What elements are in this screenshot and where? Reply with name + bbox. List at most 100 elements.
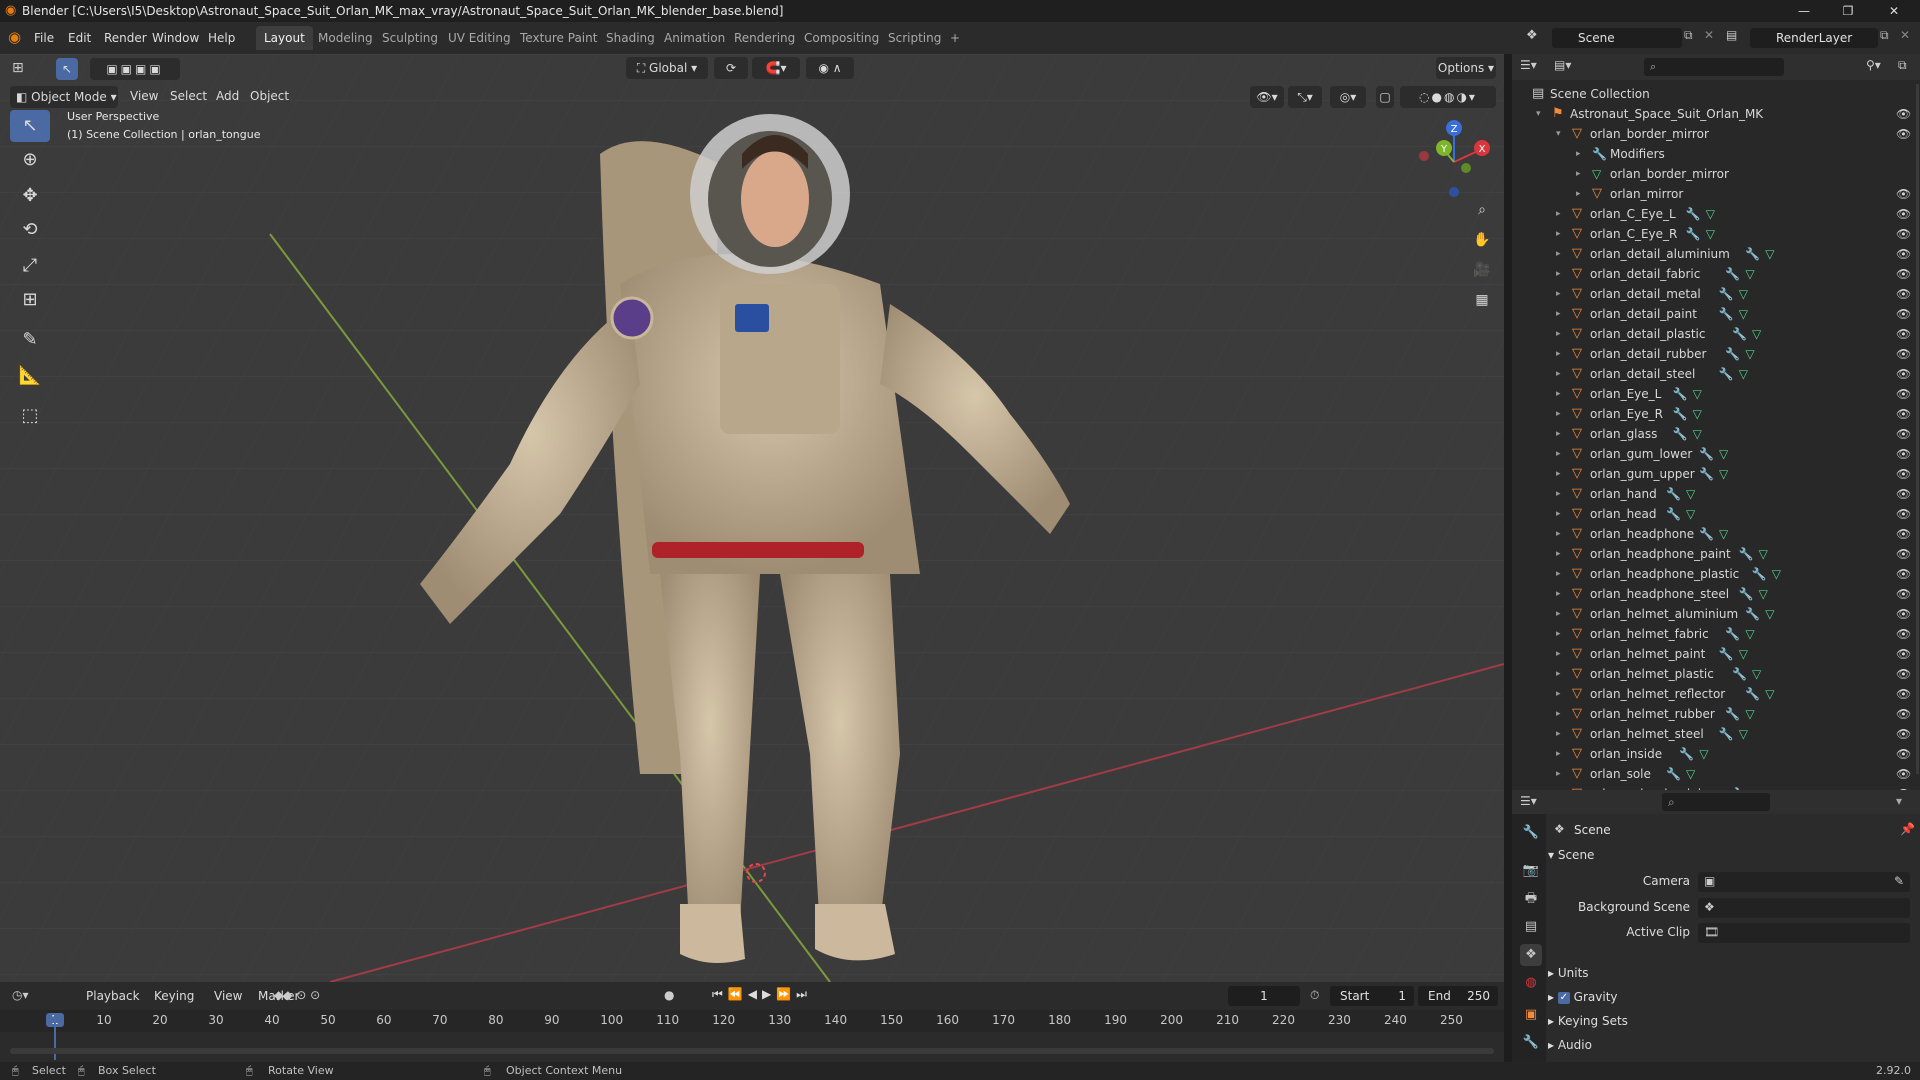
- expand-arrow-icon[interactable]: ▸: [1556, 224, 1561, 244]
- expand-arrow-icon[interactable]: ▸: [1556, 604, 1561, 624]
- audio-panel-toggle[interactable]: ▸ Audio: [1548, 1038, 1592, 1052]
- outliner-object-row[interactable]: ▸ ▽ orlan_hand 🔧 ▽ 👁: [1512, 484, 1920, 504]
- outliner-object-row[interactable]: ▸ ▽ orlan_gum_lower 🔧 ▽ 👁: [1512, 444, 1920, 464]
- outliner-object-row[interactable]: ▸ ▽ orlan_inside 🔧 ▽ 👁: [1512, 744, 1920, 764]
- expand-arrow-icon[interactable]: ▸: [1556, 724, 1561, 744]
- xray-icon[interactable]: ▢: [1376, 86, 1394, 108]
- expand-arrow-icon[interactable]: ▸: [1576, 184, 1581, 204]
- menu-file[interactable]: File: [30, 28, 58, 48]
- expand-arrow-icon[interactable]: ▸: [1576, 144, 1581, 164]
- visibility-eye-icon[interactable]: 👁: [1896, 264, 1911, 284]
- expand-arrow-icon[interactable]: ▸: [1556, 584, 1561, 604]
- tab-scripting[interactable]: Scripting: [880, 26, 949, 50]
- background-scene-field[interactable]: ❖: [1698, 898, 1910, 918]
- scene-collection-row[interactable]: ▤ Scene Collection: [1512, 84, 1920, 104]
- expand-arrow-icon[interactable]: ▸: [1556, 244, 1561, 264]
- keying-sets-panel-toggle[interactable]: ▸ Keying Sets: [1548, 1014, 1628, 1028]
- expand-arrow-icon[interactable]: ▸: [1556, 324, 1561, 344]
- outliner-object-row[interactable]: ▸ ▽ orlan_headphone_plastic 🔧 ▽ 👁: [1512, 564, 1920, 584]
- expand-arrow-icon[interactable]: ▸: [1556, 444, 1561, 464]
- tab-modeling[interactable]: Modeling: [310, 26, 381, 50]
- visibility-eye-icon[interactable]: 👁: [1896, 544, 1911, 564]
- outliner-object-row[interactable]: ▸ ▽ orlan_head 🔧 ▽ 👁: [1512, 504, 1920, 524]
- expand-arrow-icon[interactable]: ▸: [1556, 204, 1561, 224]
- expand-arrow-icon[interactable]: ▸: [1556, 284, 1561, 304]
- visibility-eye-icon[interactable]: 👁: [1896, 224, 1911, 244]
- mode-selector[interactable]: ◧ Object Mode ▾: [10, 86, 118, 108]
- visibility-eye-icon[interactable]: 👁: [1896, 564, 1911, 584]
- mesh-data-icon[interactable]: ▽: [1759, 584, 1768, 604]
- modifier-icon[interactable]: 🔧: [1719, 644, 1734, 664]
- collection-row[interactable]: ▾ ⚑ Astronaut_Space_Suit_Orlan_MK 👁: [1512, 104, 1920, 124]
- snap-icon[interactable]: 🧲▾: [752, 57, 800, 79]
- modifier-icon[interactable]: 🔧: [1732, 324, 1747, 344]
- transform-tool-icon[interactable]: ⊞: [10, 284, 50, 316]
- mesh-data-icon[interactable]: ▽: [1739, 724, 1748, 744]
- properties-options-icon[interactable]: ▾: [1896, 794, 1902, 808]
- filter-icon[interactable]: ⚲▾: [1866, 58, 1881, 72]
- mesh-data-icon[interactable]: ▽: [1686, 484, 1695, 504]
- outliner-object-row[interactable]: ▸ ▽ orlan_Eye_R 🔧 ▽ 👁: [1512, 404, 1920, 424]
- visibility-eye-icon[interactable]: 👁: [1896, 424, 1911, 444]
- outliner-scrollbar[interactable]: [1916, 84, 1919, 774]
- render-tab-icon[interactable]: 📷: [1520, 860, 1542, 882]
- modifier-icon[interactable]: 🔧: [1666, 484, 1681, 504]
- mesh-data-icon[interactable]: ▽: [1765, 684, 1774, 704]
- outliner-object-row[interactable]: ▸ ▽ orlan_helmet_steel 🔧 ▽ 👁: [1512, 724, 1920, 744]
- properties-search-input[interactable]: ⌕: [1662, 793, 1770, 811]
- visibility-eye-icon[interactable]: 👁: [1896, 524, 1911, 544]
- mesh-data-icon[interactable]: ▽: [1699, 744, 1708, 764]
- mesh-data-icon[interactable]: ▽: [1686, 764, 1695, 784]
- mesh-data-icon[interactable]: ▽: [1693, 384, 1702, 404]
- outliner-object-row[interactable]: ▸ ▽ orlan_detail_plastic 🔧 ▽ 👁: [1512, 324, 1920, 344]
- output-tab-icon[interactable]: 🖶: [1520, 888, 1542, 910]
- mesh-data-icon[interactable]: ▽: [1706, 204, 1715, 224]
- modifier-icon[interactable]: 🔧: [1673, 424, 1688, 444]
- expand-arrow-icon[interactable]: ▸: [1556, 484, 1561, 504]
- menu-help[interactable]: Help: [204, 28, 239, 48]
- outliner-object-row[interactable]: ▸ ▽ orlan_detail_fabric 🔧 ▽ 👁: [1512, 264, 1920, 284]
- modifier-icon[interactable]: 🔧: [1725, 344, 1740, 364]
- camera-field[interactable]: ▣ ✎: [1698, 872, 1910, 892]
- visibility-eye-icon[interactable]: 👁: [1896, 664, 1911, 684]
- ortho-grid-icon[interactable]: ▦: [1470, 288, 1494, 312]
- view-layer-selector[interactable]: RenderLayer: [1750, 28, 1878, 48]
- outliner-object-row[interactable]: ▸ ▽ orlan_helmet_aluminium 🔧 ▽ 👁: [1512, 604, 1920, 624]
- modifier-icon[interactable]: 🔧: [1725, 704, 1740, 724]
- mesh-data-icon[interactable]: ▽: [1745, 704, 1754, 724]
- timeline-panel[interactable]: ◷▾ Playback Keying View Marker ◆◆ ⊙ ⊙ ● …: [0, 982, 1504, 1062]
- expand-arrow-icon[interactable]: ▸: [1556, 624, 1561, 644]
- visibility-eye-icon[interactable]: 👁: [1896, 444, 1911, 464]
- modifier-icon[interactable]: 🔧: [1732, 664, 1747, 684]
- mesh-data-icon[interactable]: ▽: [1719, 464, 1728, 484]
- visibility-eye-icon[interactable]: 👁: [1896, 284, 1911, 304]
- visibility-eye-icon[interactable]: 👁: [1896, 704, 1911, 724]
- outliner-object-row[interactable]: ▸ ▽ orlan_detail_paint 🔧 ▽ 👁: [1512, 304, 1920, 324]
- mesh-data-icon[interactable]: ▽: [1706, 224, 1715, 244]
- properties-editor-icon[interactable]: ☰▾: [1520, 794, 1537, 808]
- cursor-tool-icon[interactable]: ⊕: [10, 144, 50, 176]
- visibility-eye-icon[interactable]: 👁: [1896, 364, 1911, 384]
- tab-uv-editing[interactable]: UV Editing: [440, 26, 519, 50]
- delete-view-layer-icon[interactable]: ✕: [1900, 28, 1910, 42]
- mesh-data-icon[interactable]: ▽: [1686, 504, 1695, 524]
- close-button[interactable]: ✕: [1876, 0, 1912, 22]
- visibility-eye-icon[interactable]: 👁: [1896, 184, 1911, 204]
- visibility-eye-icon[interactable]: 👁: [1896, 204, 1911, 224]
- visibility-eye-icon[interactable]: 👁: [1896, 404, 1911, 424]
- mesh-data-icon[interactable]: ▽: [1739, 284, 1748, 304]
- outliner-object-row[interactable]: ▸ ▽ orlan_detail_steel 🔧 ▽ 👁: [1512, 364, 1920, 384]
- tweak-select-tool-icon[interactable]: ↖: [10, 110, 50, 142]
- mesh-data-row[interactable]: ▸ ▽ orlan_border_mirror: [1512, 164, 1920, 184]
- timeline-menu-playback[interactable]: Playback: [82, 986, 144, 1006]
- tab-shading[interactable]: Shading: [598, 26, 663, 50]
- scene-tab-icon[interactable]: ❖: [1520, 944, 1542, 966]
- visibility-eye-icon[interactable]: 👁: [1896, 464, 1911, 484]
- viewport-menu-view[interactable]: View: [126, 86, 162, 106]
- rotate-tool-icon[interactable]: ⟲: [10, 214, 50, 246]
- modifier-icon[interactable]: 🔧: [1699, 524, 1714, 544]
- visibility-eye-icon[interactable]: 👁: [1896, 344, 1911, 364]
- outliner-object-row[interactable]: ▸ ▽ orlan_helmet_fabric 🔧 ▽ 👁: [1512, 624, 1920, 644]
- expand-arrow-icon[interactable]: ▸: [1556, 464, 1561, 484]
- scale-tool-icon[interactable]: ⤢: [10, 250, 50, 282]
